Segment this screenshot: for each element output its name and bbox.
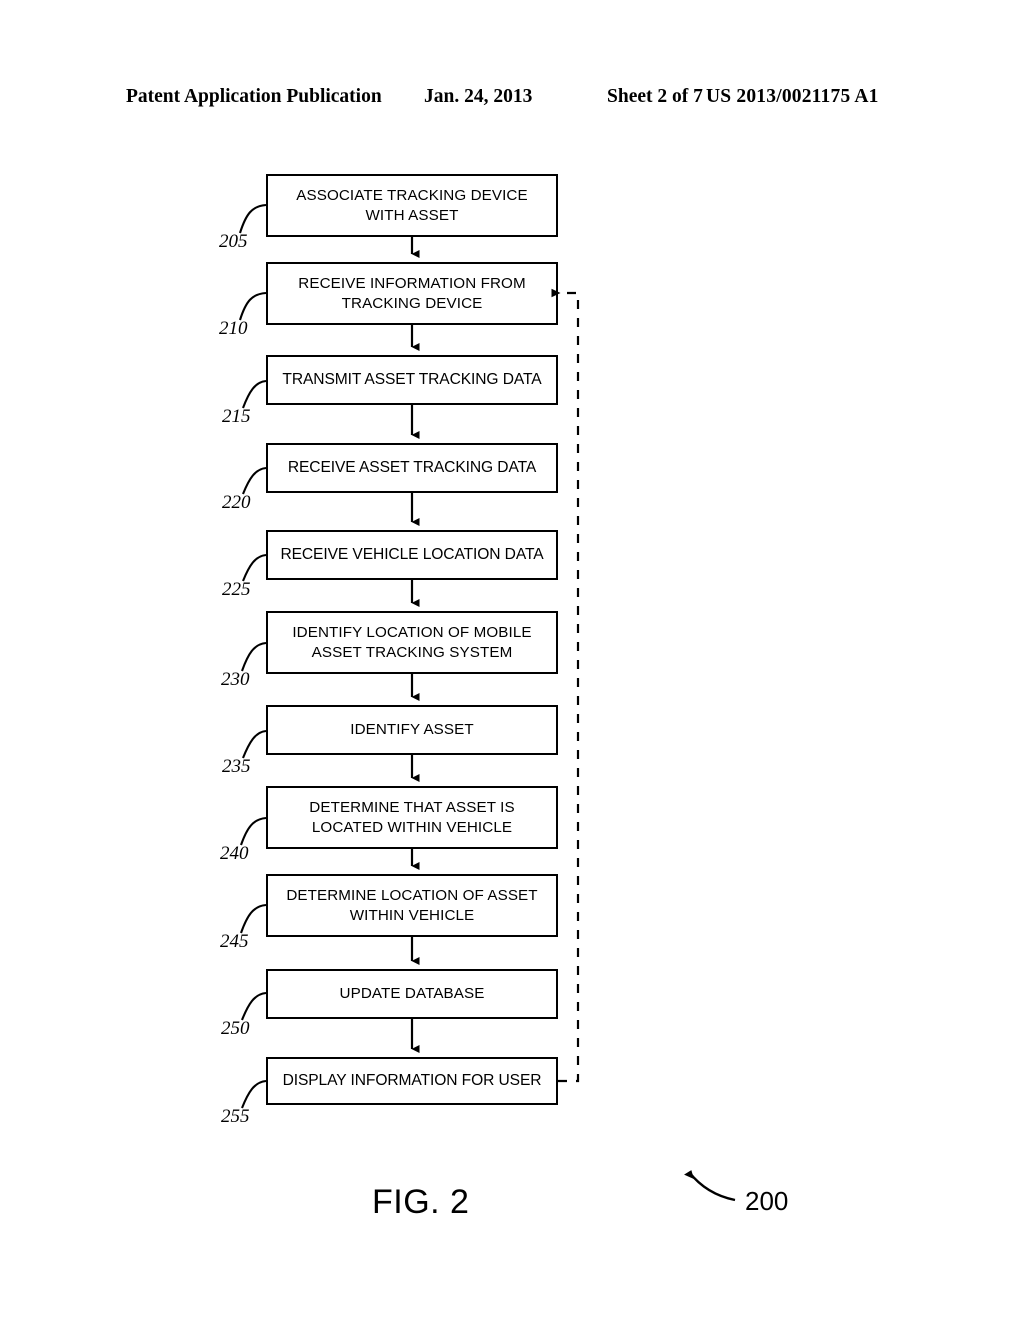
- ref-numeral-200: 200: [745, 1186, 789, 1216]
- ref-numeral-210: 210: [219, 318, 248, 339]
- ref-numeral-220: 220: [222, 492, 251, 513]
- flow-step-245: DETERMINE LOCATION OF ASSET WITHIN VEHICL…: [266, 874, 558, 937]
- flow-step-230-label: IDENTIFY LOCATION OF MOBILE ASSET TRACKIN…: [292, 623, 532, 661]
- figure-caption: FIG. 2: [372, 1183, 470, 1221]
- flow-step-205-label: ASSOCIATE TRACKING DEVICE WITH ASSET: [296, 186, 528, 224]
- ref-numeral-235: 235: [222, 756, 251, 777]
- flow-step-220-label: RECEIVE ASSET TRACKING DATA: [287, 459, 537, 476]
- flow-step-245-label: DETERMINE LOCATION OF ASSET WITHIN VEHICL…: [286, 886, 538, 924]
- ref-numeral-205: 205: [219, 231, 248, 252]
- leader-line-210: [238, 291, 267, 321]
- flow-step-205: ASSOCIATE TRACKING DEVICE WITH ASSET: [266, 174, 558, 237]
- ref-numeral-245: 245: [220, 931, 249, 952]
- flow-step-215: TRANSMIT ASSET TRACKING DATA: [266, 355, 558, 405]
- leader-line-205: [238, 203, 267, 234]
- flow-step-220: RECEIVE ASSET TRACKING DATA: [266, 443, 558, 493]
- flow-step-235: IDENTIFY ASSET: [266, 705, 558, 755]
- flow-step-210: RECEIVE INFORMATION FROM TRACKING DEVICE: [266, 262, 558, 325]
- leader-line-245: [240, 903, 267, 934]
- flow-step-235-label: IDENTIFY ASSET: [350, 721, 474, 738]
- flow-step-250: UPDATE DATABASE: [266, 969, 558, 1019]
- ref-numeral-215: 215: [222, 406, 251, 427]
- ref-numeral-225: 225: [222, 579, 251, 600]
- leader-line-235: [242, 729, 267, 759]
- leader-line-230: [241, 641, 267, 672]
- ref-numeral-255: 255: [221, 1106, 250, 1127]
- ref-numeral-230: 230: [221, 669, 250, 690]
- flow-step-255: DISPLAY INFORMATION FOR USER: [266, 1057, 558, 1105]
- flow-step-240: DETERMINE THAT ASSET IS LOCATED WITHIN VE…: [266, 786, 558, 849]
- ref-numeral-240: 240: [220, 843, 249, 864]
- ref-numeral-250: 250: [221, 1018, 250, 1039]
- flow-step-225-label: RECEIVE VEHICLE LOCATION DATA: [280, 546, 544, 563]
- leader-line-255: [241, 1079, 267, 1109]
- leader-line-200: [684, 1170, 736, 1202]
- feedback-loop-255-to-210: [551, 288, 580, 1083]
- flow-step-215-label: TRANSMIT ASSET TRACKING DATA: [282, 371, 542, 388]
- flow-step-255-label: DISPLAY INFORMATION FOR USER: [282, 1072, 542, 1089]
- flow-step-240-label: DETERMINE THAT ASSET IS LOCATED WITHIN VE…: [309, 798, 515, 836]
- flow-step-230: IDENTIFY LOCATION OF MOBILE ASSET TRACKIN…: [266, 611, 558, 674]
- leader-line-215: [242, 379, 267, 409]
- flow-step-250-label: UPDATE DATABASE: [339, 985, 485, 1002]
- flow-step-210-label: RECEIVE INFORMATION FROM TRACKING DEVICE: [298, 274, 526, 312]
- flowchart-diagram: ASSOCIATE TRACKING DEVICE WITH ASSET RECE…: [0, 0, 1024, 1320]
- leader-line-225: [242, 553, 267, 582]
- leader-line-240: [240, 816, 267, 846]
- leader-line-250: [241, 991, 267, 1021]
- leader-line-220: [242, 466, 267, 495]
- flow-step-225: RECEIVE VEHICLE LOCATION DATA: [266, 530, 558, 580]
